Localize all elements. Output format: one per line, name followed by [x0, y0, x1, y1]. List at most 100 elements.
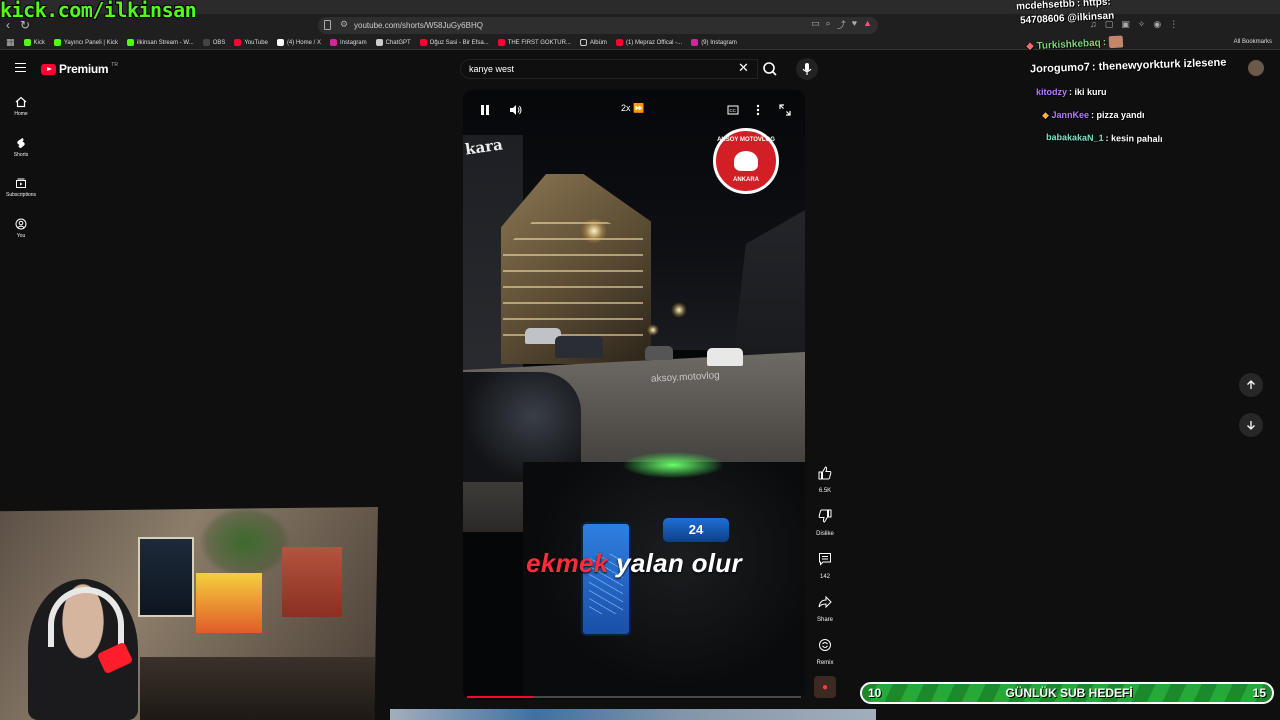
zoom-icon[interactable]: ⌕: [826, 18, 831, 31]
video-caption: ekmek yalan olur: [526, 548, 742, 578]
menu-icon[interactable]: [15, 63, 26, 72]
more-options-icon[interactable]: [753, 104, 763, 116]
video-light: [671, 302, 687, 318]
location-icon[interactable]: ◉: [1153, 19, 1161, 30]
next-short-preview[interactable]: [390, 709, 876, 720]
avatar[interactable]: [1248, 60, 1264, 76]
volume-icon[interactable]: [509, 104, 523, 116]
all-bookmarks[interactable]: All Bookmarks: [1234, 39, 1272, 45]
bookmark-item[interactable]: OBS: [202, 39, 225, 46]
video-light: [647, 324, 659, 336]
bookmark-item[interactable]: (9) Instagram: [691, 39, 737, 46]
bookmark-item[interactable]: YouTube: [234, 39, 268, 46]
next-short-button[interactable]: [1239, 413, 1263, 437]
video-car: [645, 346, 673, 360]
guide-item-subscriptions[interactable]: Subscriptions: [0, 177, 42, 198]
site-info-icon[interactable]: ⚙: [340, 19, 348, 30]
share-icon: [818, 595, 832, 609]
bookmark-item[interactable]: THE FIRST GOKTUR...: [497, 39, 571, 46]
address-bar[interactable]: ⚙ youtube.com/shorts/W58JuGy6BHQ ▭ ⌕ ⤴ ♥…: [318, 17, 878, 34]
captions-icon[interactable]: CC: [727, 104, 739, 116]
youtube-logo[interactable]: Premium TR: [41, 62, 118, 76]
chat-message: babakakaN_1: kesin pahalı: [1045, 131, 1163, 145]
mic-icon: [802, 63, 812, 75]
clear-search-icon[interactable]: ✕: [738, 60, 749, 76]
motorbike-icon: [734, 151, 758, 171]
webcam-poster: [196, 573, 262, 633]
badge-icon: ◆: [1042, 110, 1049, 120]
channel-logo: AKSOY MOTOVLOG ANKARA: [713, 128, 779, 194]
emote-icon: [1108, 35, 1124, 49]
bookmark-icon[interactable]: [324, 20, 331, 30]
youtube-play-icon: [41, 63, 56, 75]
extension-icon[interactable]: ▲: [863, 18, 872, 31]
like-button[interactable]: 6.5K: [808, 462, 842, 494]
kick-url-overlay: kick.com/ilkinsan: [0, 0, 197, 22]
guide-item-home[interactable]: Home: [0, 96, 42, 117]
sub-goal-bar: GÜNLÜK SUB HEDEFİ 10 15: [860, 682, 1274, 704]
install-icon[interactable]: ▭: [811, 18, 820, 31]
url-text: youtube.com/shorts/W58JuGy6BHQ: [354, 21, 483, 30]
you-icon: [15, 218, 27, 230]
puzzle-icon[interactable]: ✧: [1138, 19, 1146, 30]
home-icon: [15, 96, 27, 108]
previous-short-button[interactable]: [1239, 373, 1263, 397]
subscriptions-icon: [16, 178, 26, 188]
search-icon: [763, 62, 777, 76]
search-button[interactable]: [760, 59, 780, 79]
url-actions: ▭ ⌕ ⤴ ♥ ▲: [811, 18, 872, 31]
webcam-desk: [140, 657, 378, 720]
window-icon[interactable]: ▣: [1121, 19, 1130, 30]
bookmark-item[interactable]: Yayıncı Paneli | Kick: [53, 39, 118, 46]
chat-message: kitodzy: iki kuru: [1036, 87, 1107, 97]
video-hotel-lights: [503, 210, 643, 350]
video-bike-light: [623, 452, 723, 478]
chat-message: ◆ JannKee: pizza yandı: [1042, 110, 1145, 120]
bookmark-item[interactable]: Kick: [23, 39, 45, 46]
webcam-poster: [282, 547, 342, 617]
favorite-icon[interactable]: ♥: [852, 18, 857, 31]
guide-item-shorts[interactable]: Shorts: [0, 137, 42, 158]
video-car: [707, 348, 743, 366]
thumbs-up-icon: [818, 466, 832, 480]
bookmark-item[interactable]: ilkinsan Stream - W...: [127, 39, 194, 46]
video-phone-mount: [581, 522, 631, 636]
bookmark-item[interactable]: (4) Home / X: [276, 39, 321, 46]
playback-speed[interactable]: 2x ⏩: [621, 103, 644, 114]
guide-item-you[interactable]: You: [0, 218, 42, 239]
shorts-icon: [17, 138, 25, 148]
remix-button[interactable]: Remix: [808, 634, 842, 666]
menu-icon[interactable]: ⋮: [1169, 19, 1178, 30]
arrow-up-icon: [1247, 380, 1255, 389]
share-button[interactable]: Share: [808, 591, 842, 623]
apps-icon[interactable]: ▦: [6, 37, 15, 48]
dislike-button[interactable]: Dislike: [808, 505, 842, 537]
bookmark-item[interactable]: Instagram: [329, 39, 367, 46]
streamer-webcam: [0, 507, 378, 720]
video-light: [581, 218, 607, 244]
video-dashboard: 24: [663, 518, 729, 542]
search-input[interactable]: kanye west: [460, 59, 758, 79]
bookmark-item[interactable]: ChatGPT: [375, 39, 411, 46]
voice-search-button[interactable]: [796, 58, 818, 80]
fast-forward-icon: ⏩: [633, 103, 645, 113]
bookmark-item[interactable]: Oğuz Sasi - Bir Efsa...: [419, 39, 489, 46]
badge-icon: ◆: [1025, 40, 1035, 53]
comments-button[interactable]: 142: [808, 548, 842, 580]
video-car: [555, 336, 603, 358]
sound-avatar-icon: ●: [814, 676, 836, 698]
remix-icon: [819, 639, 831, 651]
progress-bar[interactable]: [467, 696, 801, 698]
thumbs-down-icon: [818, 509, 832, 523]
arrow-down-icon: [1247, 421, 1255, 430]
svg-text:CC: CC: [729, 108, 736, 113]
fullscreen-icon[interactable]: [779, 104, 791, 116]
webcam-poster: [138, 537, 194, 617]
sound-thumbnail[interactable]: ●: [808, 676, 842, 702]
bookmark-item[interactable]: (1) Mepraz Offical -...: [615, 39, 682, 46]
pause-icon[interactable]: [479, 104, 491, 116]
bookmark-folder[interactable]: Albüm: [579, 39, 607, 46]
shorts-player[interactable]: kara aksoy.motovlog 24 ekmek yalan olur …: [463, 90, 805, 700]
progress-fill: [467, 696, 534, 698]
share-icon[interactable]: ⤴: [837, 18, 846, 31]
